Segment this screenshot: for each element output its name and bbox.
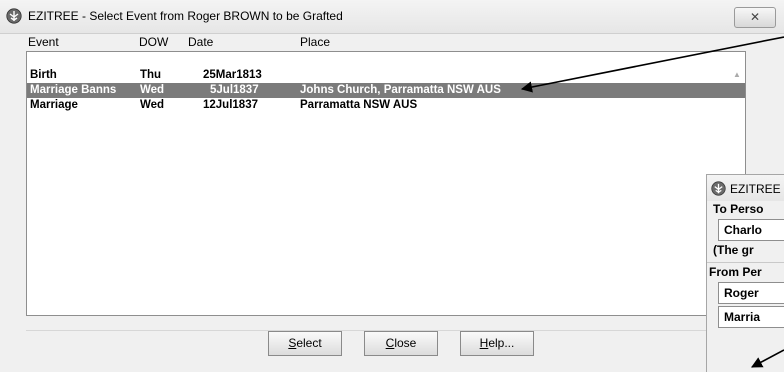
event-dow: Wed (140, 84, 165, 96)
event-name: Marriage (30, 99, 78, 111)
event-place: Johns Church, Parramatta NSW AUS (300, 84, 501, 96)
to-person-field[interactable]: Charlo (718, 219, 784, 241)
event-dow: Wed (140, 99, 165, 111)
help-button[interactable]: Help... (460, 331, 534, 356)
column-header-dow[interactable]: DOW (139, 35, 168, 51)
close-icon: ✕ (749, 10, 761, 24)
ezitree-logo-icon (711, 181, 726, 196)
event-date: 12Jul1837 (203, 99, 258, 111)
ezitree-logo-icon (6, 8, 22, 24)
event-dow: Thu (140, 69, 162, 81)
select-button[interactable]: Select (268, 331, 342, 356)
event-place: Parramatta NSW AUS (300, 99, 418, 111)
window-title: EZITREE - Select Event from Roger BROWN … (28, 9, 343, 23)
from-event-field[interactable]: Marria (718, 306, 784, 328)
graft-dialog: EZITREE To Perso Charlo (The gr From Per… (706, 174, 784, 372)
column-header-event[interactable]: Event (28, 35, 59, 51)
from-person-name: Roger (724, 286, 759, 300)
to-person-note: (The gr (713, 243, 754, 257)
scroll-up-arrow-icon[interactable]: ▲ (732, 70, 742, 80)
from-person-field[interactable]: Roger (718, 282, 784, 304)
event-date: 5Jul1837 (210, 84, 259, 96)
event-name: Birth (30, 69, 57, 81)
from-person-label: From Per (709, 265, 762, 279)
graft-dialog-title-bar: EZITREE (707, 175, 784, 201)
window-close-button[interactable]: ✕ (734, 7, 776, 28)
event-row-marriage-banns[interactable]: Marriage Banns Wed 5Jul1837 Johns Church… (27, 83, 745, 98)
event-row-marriage[interactable]: Marriage Wed 12Jul1837 Parramatta NSW AU… (27, 98, 745, 113)
column-header-place[interactable]: Place (300, 35, 330, 51)
event-list[interactable]: Birth Thu 25Mar1813 Marriage Banns Wed 5… (26, 51, 746, 316)
event-name: Marriage Banns (30, 84, 117, 96)
to-person-name: Charlo (724, 223, 763, 237)
divider (707, 262, 784, 263)
graft-dialog-title: EZITREE (730, 182, 781, 196)
column-header-date[interactable]: Date (188, 35, 213, 51)
event-row-birth[interactable]: Birth Thu 25Mar1813 (27, 68, 745, 83)
from-event-name: Marria (724, 310, 761, 324)
to-person-label: To Perso (713, 202, 764, 216)
title-bar: EZITREE - Select Event from Roger BROWN … (0, 0, 784, 34)
close-button[interactable]: Close (364, 331, 438, 356)
event-date: 25Mar1813 (203, 69, 262, 81)
